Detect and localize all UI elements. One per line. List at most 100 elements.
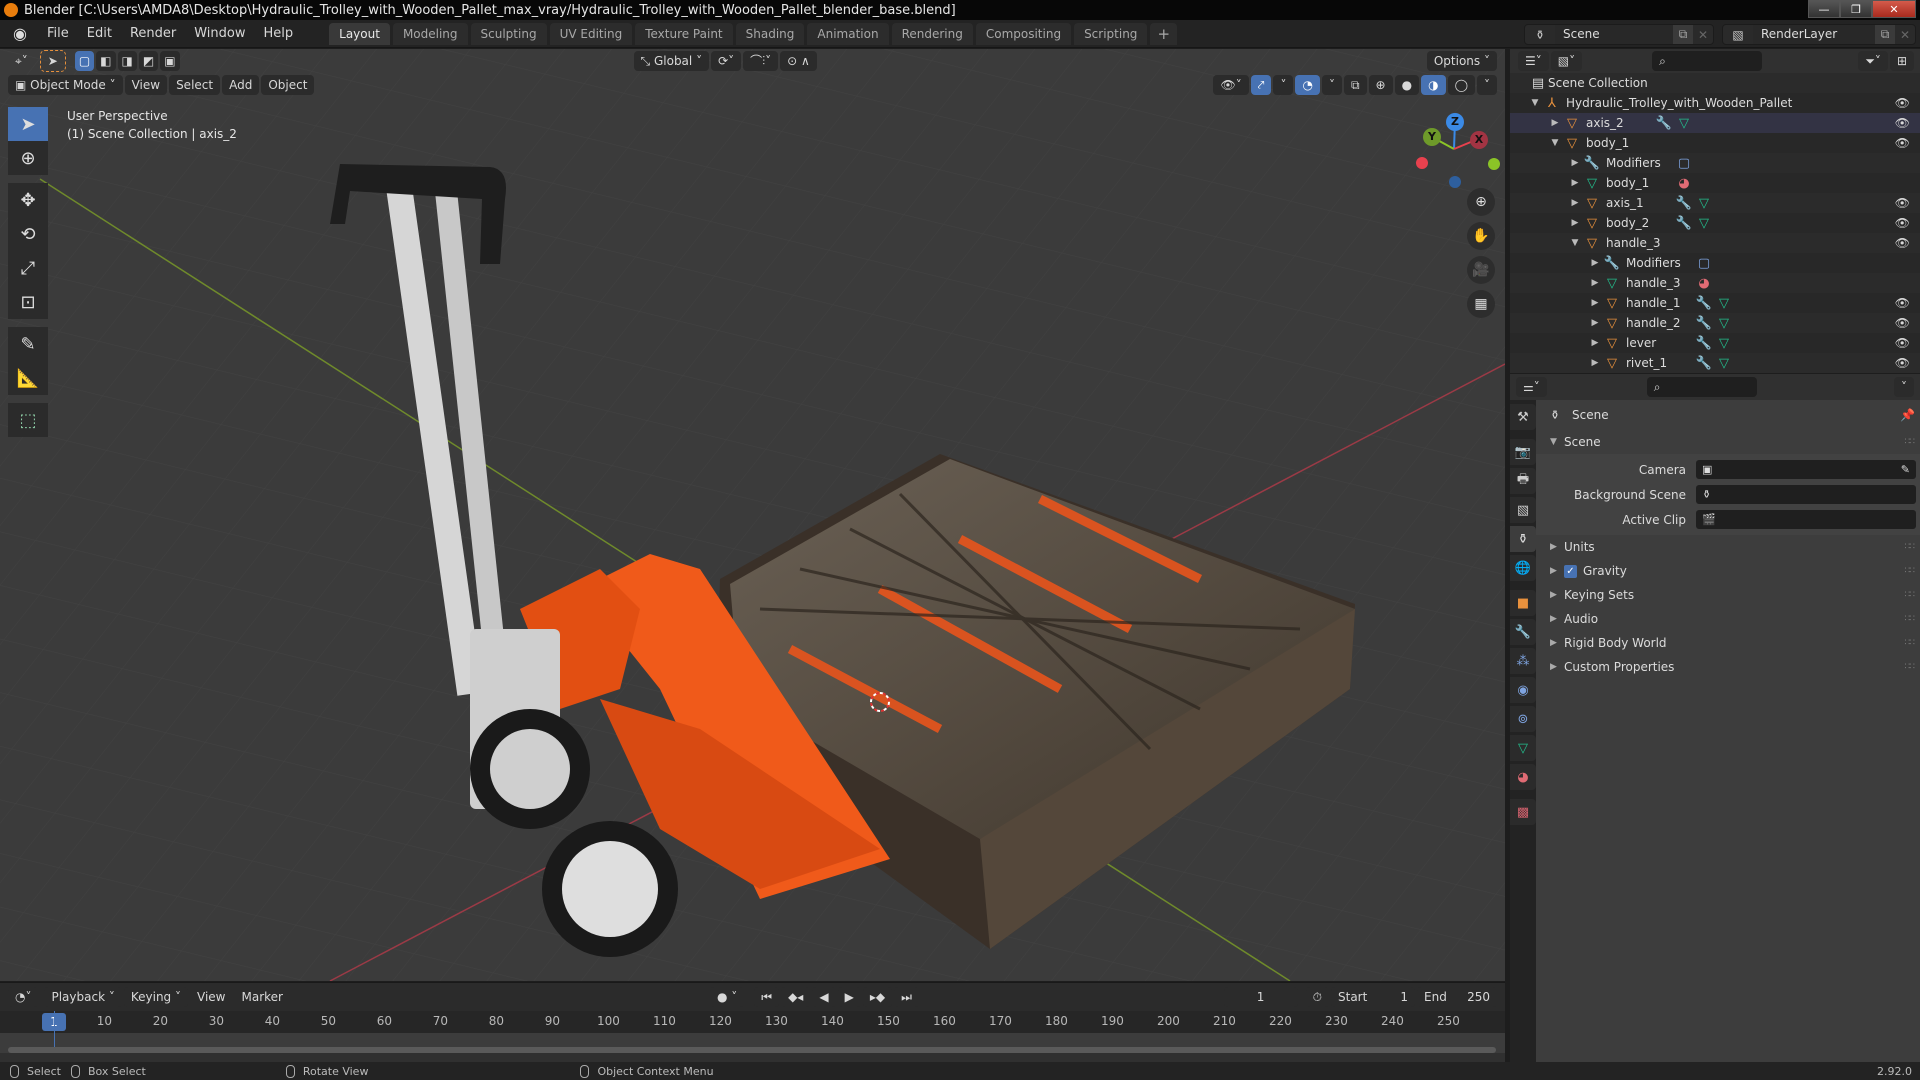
- panel-custom-properties[interactable]: ▶ Custom Properties ∷∷: [1536, 655, 1920, 679]
- select-mode-new-icon[interactable]: ▢: [74, 51, 95, 71]
- new-scene-icon[interactable]: ⧉: [1673, 25, 1693, 44]
- shading-rendered-button[interactable]: ◯: [1447, 75, 1475, 95]
- tab-shading[interactable]: Shading: [735, 22, 805, 45]
- end-frame-field[interactable]: End 250: [1417, 987, 1497, 1007]
- collapse-arrow-icon[interactable]: ▼: [1528, 98, 1542, 108]
- visibility-eye-icon[interactable]: 👁: [1895, 196, 1910, 210]
- tab-object-icon[interactable]: ■: [1510, 590, 1536, 616]
- delete-view-layer-icon[interactable]: ✕: [1895, 28, 1915, 42]
- transform-tool-icon[interactable]: ⊡: [8, 285, 48, 319]
- snap-toggle[interactable]: ⌒⫶˅: [743, 51, 779, 71]
- pin-icon[interactable]: 📌: [1900, 408, 1915, 422]
- xray-toggle[interactable]: ⧉: [1343, 75, 1367, 95]
- subdivision-modifier-icon[interactable]: ▢: [1694, 256, 1714, 271]
- drag-grip-icon[interactable]: ∷∷: [1905, 437, 1916, 447]
- overlays-toggle[interactable]: ◔: [1295, 75, 1320, 95]
- view-layer-selector[interactable]: ▧ RenderLayer ⧉ ✕: [1722, 24, 1916, 45]
- navigation-gizmo[interactable]: Z Y X: [1416, 113, 1500, 193]
- drag-grip-icon[interactable]: ∷∷: [1905, 590, 1916, 600]
- mesh-data-icon[interactable]: ▽: [1674, 116, 1694, 131]
- mesh-data-icon[interactable]: ▽: [1714, 356, 1734, 371]
- modifier-wrench-icon[interactable]: 🔧: [1694, 336, 1714, 351]
- add-menu[interactable]: Add: [222, 75, 260, 95]
- select-mode-intersect-icon[interactable]: ▣: [160, 51, 180, 71]
- gizmo-neg-x[interactable]: [1416, 157, 1428, 169]
- mesh-data-icon[interactable]: ▽: [1694, 196, 1714, 211]
- mesh-data-icon[interactable]: ▽: [1714, 296, 1734, 311]
- properties-options-icon[interactable]: ˅: [1894, 377, 1914, 397]
- move-tool-icon[interactable]: ✥: [8, 183, 48, 217]
- tab-particles-icon[interactable]: ⁂: [1510, 648, 1536, 674]
- tab-scene-icon[interactable]: ⚱: [1510, 526, 1536, 552]
- gizmo-toggle[interactable]: ⤤: [1250, 75, 1272, 95]
- menu-window[interactable]: Window: [185, 20, 254, 48]
- tab-data-icon[interactable]: ▽: [1510, 735, 1536, 761]
- mesh-data-icon[interactable]: ▽: [1714, 336, 1734, 351]
- outliner-editor-type-icon[interactable]: ☰˅: [1518, 51, 1549, 71]
- drag-grip-icon[interactable]: ∷∷: [1905, 566, 1916, 576]
- outliner-item[interactable]: ▼ ⅄ Hydraulic_Trolley_with_Wooden_Pallet 👁: [1510, 93, 1920, 113]
- outliner-item[interactable]: ▶ ▽ handle_2 🔧 ▽ 👁: [1510, 313, 1920, 333]
- panel-keying-sets[interactable]: ▶ Keying Sets ∷∷: [1536, 583, 1920, 607]
- tab-physics-icon[interactable]: ◉: [1510, 677, 1536, 703]
- eyedropper-icon[interactable]: ✎: [1901, 463, 1910, 476]
- visibility-eye-icon[interactable]: 👁: [1895, 136, 1910, 150]
- tab-texture-paint[interactable]: Texture Paint: [635, 22, 733, 45]
- options-dropdown[interactable]: Options ˅: [1426, 51, 1497, 71]
- expand-arrow-icon[interactable]: ▶: [1568, 218, 1582, 228]
- shading-material-button[interactable]: ◑: [1421, 75, 1446, 95]
- visibility-eye-icon[interactable]: 👁: [1895, 316, 1910, 330]
- measure-tool-icon[interactable]: 📐: [8, 361, 48, 395]
- tab-animation[interactable]: Animation: [807, 22, 889, 45]
- play-button[interactable]: ▶: [837, 987, 861, 1007]
- jump-start-button[interactable]: ⏮: [754, 987, 780, 1007]
- delete-scene-icon[interactable]: ✕: [1693, 28, 1713, 42]
- close-button[interactable]: ✕: [1872, 0, 1916, 18]
- outliner-item[interactable]: ▼ ▽ body_1 👁: [1510, 133, 1920, 153]
- gizmo-neg-y[interactable]: [1488, 158, 1500, 170]
- select-mode-extend-icon[interactable]: ◧: [96, 51, 116, 71]
- outliner-item[interactable]: ▶ ▽ rivet_1 🔧 ▽ 👁: [1510, 353, 1920, 373]
- tab-output-icon[interactable]: 🖶: [1510, 468, 1536, 494]
- mesh-data-icon[interactable]: ▽: [1694, 216, 1714, 231]
- visibility-eye-icon[interactable]: 👁: [1895, 296, 1910, 310]
- transform-orientation-dropdown[interactable]: ⤡ Global ˅: [633, 51, 710, 71]
- expand-arrow-icon[interactable]: ▶: [1588, 338, 1602, 348]
- outliner-search-input[interactable]: ⌕: [1652, 51, 1763, 71]
- tab-view-layer-icon[interactable]: ▧: [1510, 497, 1536, 523]
- visibility-dropdown[interactable]: 👁˅: [1213, 75, 1249, 95]
- expand-arrow-icon[interactable]: ▶: [1568, 158, 1582, 168]
- tab-constraints-icon[interactable]: ⊚: [1510, 706, 1536, 732]
- auto-keying-toggle[interactable]: ● ˅: [709, 987, 745, 1007]
- add-workspace-button[interactable]: +: [1150, 22, 1178, 45]
- shading-solid-button[interactable]: ●: [1394, 75, 1420, 95]
- current-frame-field[interactable]: 1: [1223, 987, 1298, 1007]
- active-clip-field[interactable]: 🎬: [1696, 510, 1916, 529]
- shading-dropdown[interactable]: ˅: [1477, 75, 1497, 95]
- gizmo-y-axis[interactable]: Y: [1423, 128, 1441, 146]
- 3d-viewport[interactable]: ⌖˅ ➤ ▢ ◧ ◨ ◩ ▣ ⤡ Global ˅ ⟳˅ ⌒⫶˅ ⊙ ∧ Opt…: [0, 49, 1505, 981]
- active-tool-icon[interactable]: ➤: [39, 50, 66, 72]
- menu-help[interactable]: Help: [255, 20, 303, 48]
- outliner-item[interactable]: ▶ ▽ body_2 🔧 ▽ 👁: [1510, 213, 1920, 233]
- jump-prev-keyframe-button[interactable]: ◆◂: [781, 987, 811, 1007]
- add-cube-tool-icon[interactable]: ⬚: [8, 403, 48, 437]
- panel-gravity[interactable]: ▶ ✓ Gravity ∷∷: [1536, 559, 1920, 583]
- timeline-track[interactable]: [0, 1011, 1505, 1053]
- tab-texture-icon[interactable]: ▩: [1510, 799, 1536, 825]
- view-layer-name[interactable]: RenderLayer: [1753, 25, 1875, 44]
- expand-arrow-icon[interactable]: ▶: [1588, 278, 1602, 288]
- material-icon[interactable]: ◕: [1674, 176, 1694, 191]
- rotate-tool-icon[interactable]: ⟲: [8, 217, 48, 251]
- editor-type-icon[interactable]: ⌖˅: [8, 51, 35, 71]
- subdivision-modifier-icon[interactable]: ▢: [1674, 156, 1694, 171]
- visibility-eye-icon[interactable]: 👁: [1895, 336, 1910, 350]
- play-reverse-button[interactable]: ◀: [812, 987, 836, 1007]
- filter-icon[interactable]: ⏷˅: [1858, 51, 1888, 71]
- object-menu[interactable]: Object: [261, 75, 315, 95]
- display-mode-icon[interactable]: ▧˅: [1550, 51, 1583, 71]
- gizmo-neg-z[interactable]: [1449, 176, 1461, 188]
- tab-modeling[interactable]: Modeling: [392, 22, 468, 45]
- minimize-button[interactable]: —: [1808, 0, 1840, 18]
- annotate-tool-icon[interactable]: ✎: [8, 327, 48, 361]
